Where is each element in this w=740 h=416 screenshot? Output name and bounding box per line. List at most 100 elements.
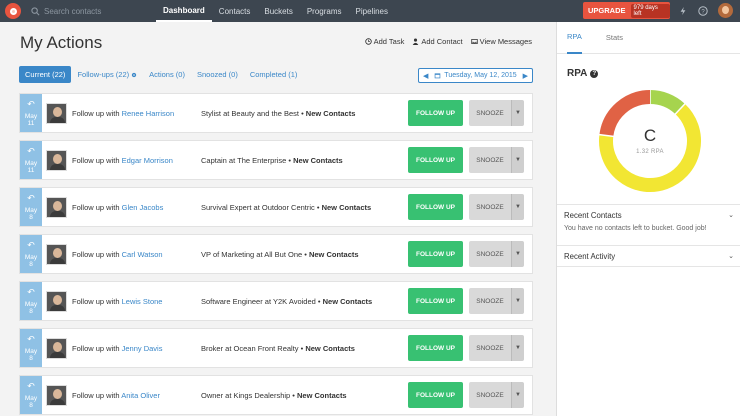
- row-day: 8: [29, 260, 33, 268]
- bucket-name: New Contacts: [308, 249, 359, 259]
- nav-contacts[interactable]: Contacts: [212, 0, 258, 22]
- follow-up-button[interactable]: FOLLOW UP: [408, 288, 463, 314]
- contact-name-link[interactable]: Renee Harrison: [122, 109, 175, 118]
- reply-date-column[interactable]: ↶ May 8: [20, 376, 42, 414]
- bucket-name: New Contacts: [293, 155, 343, 165]
- tab-completed[interactable]: Completed (1): [244, 66, 304, 83]
- search-input[interactable]: [44, 6, 134, 16]
- chevron-down-icon[interactable]: ⌄: [728, 211, 734, 219]
- contact-name-link[interactable]: Carl Watson: [122, 250, 163, 259]
- reply-date-column[interactable]: ↶ May 11: [20, 141, 42, 179]
- tab-followups-label: Follow-ups (22): [77, 70, 130, 79]
- nav-programs[interactable]: Programs: [300, 0, 349, 22]
- job-title: Survival Expert at Outdoor Centric: [201, 202, 315, 212]
- chevron-right-icon[interactable]: ▶: [523, 72, 528, 80]
- help-icon[interactable]: ?: [590, 69, 599, 78]
- help-icon[interactable]: ?: [696, 4, 710, 18]
- contact-photo[interactable]: [46, 290, 67, 312]
- follow-up-button[interactable]: FOLLOW UP: [408, 241, 463, 267]
- snooze-button[interactable]: SNOOZE: [469, 194, 511, 220]
- contact-photo[interactable]: [46, 337, 67, 359]
- reply-date-column[interactable]: ↶ May 8: [20, 235, 42, 273]
- actions-list: ↶ May 11 Follow up with Renee Harrison S…: [19, 93, 533, 416]
- snooze-button[interactable]: SNOOZE: [469, 335, 511, 361]
- add-task-label: Add Task: [373, 37, 405, 46]
- reply-date-column[interactable]: ↶ May 11: [20, 94, 42, 132]
- contact-name-link[interactable]: Lewis Stone: [122, 297, 163, 306]
- contact-name-link[interactable]: Edgar Morrison: [122, 156, 173, 165]
- tab-stats[interactable]: Stats: [606, 22, 623, 54]
- rpa-heading: RPA ?: [567, 68, 599, 79]
- tab-followups[interactable]: Follow-ups (22): [71, 66, 143, 83]
- lightning-icon[interactable]: [676, 4, 690, 18]
- snooze-button[interactable]: SNOOZE: [469, 382, 511, 408]
- follow-up-button[interactable]: FOLLOW UP: [408, 194, 463, 220]
- followup-prefix: Follow up with: [72, 296, 120, 306]
- rpa-donut-chart: C 1.32 RPA: [595, 86, 705, 196]
- contact-photo[interactable]: [46, 243, 67, 265]
- snooze-dropdown-caret[interactable]: ▼: [511, 335, 524, 361]
- snooze-dropdown-caret[interactable]: ▼: [511, 288, 524, 314]
- reply-arrow-icon: ↶: [27, 380, 35, 391]
- nav-dashboard[interactable]: Dashboard: [156, 0, 212, 22]
- snooze-dropdown-caret[interactable]: ▼: [511, 100, 524, 126]
- chevron-left-icon[interactable]: ◀: [423, 72, 428, 80]
- nav-buckets[interactable]: Buckets: [257, 0, 299, 22]
- user-avatar[interactable]: [718, 3, 733, 18]
- add-contact-button[interactable]: Add Contact: [412, 37, 463, 46]
- job-title: Owner at Kings Dealership: [201, 390, 291, 400]
- follow-up-button[interactable]: FOLLOW UP: [408, 335, 463, 361]
- snooze-dropdown-caret[interactable]: ▼: [511, 194, 524, 220]
- rpa-title: RPA: [567, 68, 588, 79]
- tab-current[interactable]: Current (22): [19, 66, 72, 83]
- recent-contacts-title: Recent Contacts: [564, 210, 622, 220]
- gear-icon[interactable]: [131, 72, 137, 78]
- row-month: May: [24, 300, 38, 308]
- follow-up-button[interactable]: FOLLOW UP: [408, 100, 463, 126]
- reply-arrow-icon: ↶: [27, 192, 35, 203]
- row-day: 8: [29, 401, 33, 409]
- date-picker[interactable]: ◀ Tuesday, May 12, 2015 ▶: [418, 68, 533, 83]
- reply-date-column[interactable]: ↶ May 8: [20, 329, 42, 367]
- snooze-dropdown-caret[interactable]: ▼: [511, 147, 524, 173]
- followup-text: Follow up with Lewis Stone: [72, 297, 201, 306]
- table-row: ↶ May 11 Follow up with Renee Harrison S…: [19, 93, 533, 133]
- snooze-button[interactable]: SNOOZE: [469, 241, 511, 267]
- reply-arrow-icon: ↶: [27, 239, 35, 250]
- job-title: Broker at Ocean Front Realty: [201, 343, 299, 353]
- recent-activity-header[interactable]: Recent Activity ⌄: [564, 246, 734, 266]
- contact-photo[interactable]: [46, 102, 67, 124]
- reply-date-column[interactable]: ↶ May 8: [20, 188, 42, 226]
- tab-snoozed[interactable]: Snoozed (0): [191, 66, 244, 83]
- view-messages-button[interactable]: View Messages: [470, 37, 532, 46]
- chevron-down-icon[interactable]: ⌄: [728, 252, 734, 260]
- contact-photo[interactable]: [46, 149, 67, 171]
- tab-actions[interactable]: Actions (0): [143, 66, 191, 83]
- contact-name-link[interactable]: Glen Jacobs: [122, 203, 164, 212]
- snooze-button[interactable]: SNOOZE: [469, 100, 511, 126]
- nav-pipelines[interactable]: Pipelines: [349, 0, 395, 22]
- snooze-button[interactable]: SNOOZE: [469, 147, 511, 173]
- snooze-dropdown-caret[interactable]: ▼: [511, 241, 524, 267]
- row-month: May: [24, 206, 38, 214]
- job-title: Stylist at Beauty and the Best: [201, 108, 299, 118]
- upgrade-button[interactable]: UPGRADE 979 days left: [583, 2, 670, 19]
- snooze-button[interactable]: SNOOZE: [469, 288, 511, 314]
- contact-job: Software Engineer at Y2K Avoided • New C…: [201, 296, 373, 306]
- recent-contacts-header[interactable]: Recent Contacts ⌄: [564, 205, 734, 225]
- contact-job: VP of Marketing at All But One • New Con…: [201, 249, 359, 259]
- contact-name-link[interactable]: Jenny Davis: [122, 344, 163, 353]
- app-logo[interactable]: [5, 3, 21, 19]
- follow-up-button[interactable]: FOLLOW UP: [408, 147, 463, 173]
- contact-name-link[interactable]: Anita Oliver: [121, 391, 160, 400]
- tab-rpa[interactable]: RPA: [567, 22, 582, 54]
- contact-photo[interactable]: [46, 384, 67, 406]
- snooze-dropdown-caret[interactable]: ▼: [511, 382, 524, 408]
- followup-text: Follow up with Edgar Morrison: [72, 156, 201, 165]
- contact-photo[interactable]: [46, 196, 67, 218]
- followup-text: Follow up with Anita Oliver: [72, 391, 201, 400]
- add-task-button[interactable]: Add Task: [364, 37, 405, 46]
- follow-up-button[interactable]: FOLLOW UP: [408, 382, 463, 408]
- reply-date-column[interactable]: ↶ May 8: [20, 282, 42, 320]
- search-box[interactable]: [31, 4, 136, 18]
